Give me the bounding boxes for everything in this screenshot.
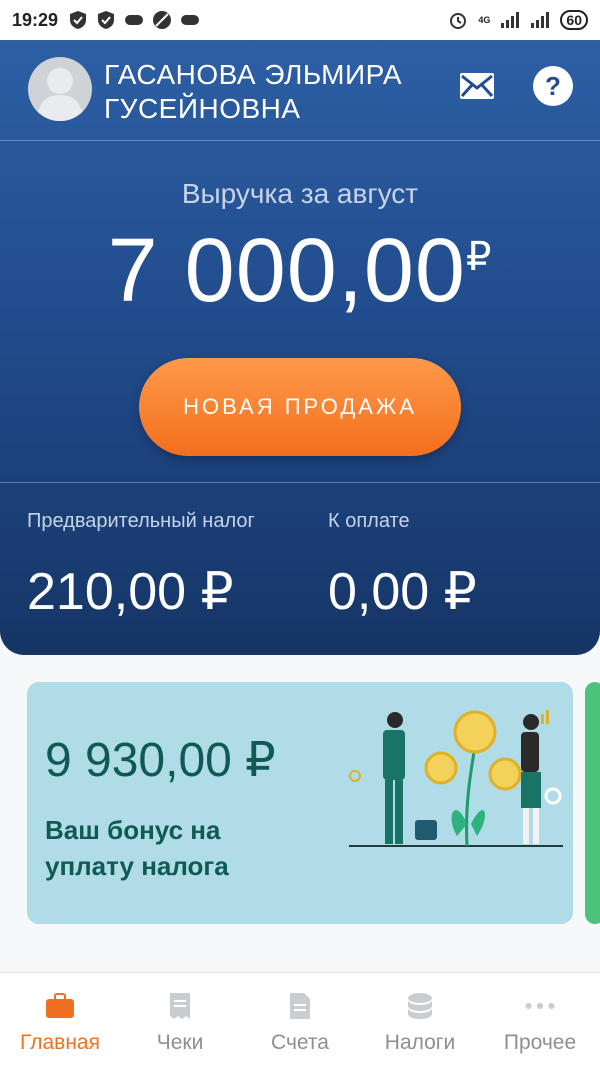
bottom-navigation: Главная Чеки Счета Налоги Прочее	[0, 972, 600, 1066]
nav-label: Главная	[20, 1031, 100, 1054]
top-bar: ГАСАНОВА ЭЛЬМИРА ГУСЕЙНОВНА ?	[0, 40, 600, 140]
revenue-label: Выручка за август	[181, 178, 419, 209]
network-type: 4G	[478, 15, 491, 25]
receipt-icon	[165, 991, 195, 1021]
nav-label: Счета	[271, 1031, 329, 1054]
bonus-illustration	[349, 710, 563, 847]
status-time: 19:29	[12, 9, 59, 30]
currency-symbol: ₽	[465, 235, 493, 279]
divider	[0, 140, 600, 141]
nav-label: Налоги	[384, 1031, 456, 1054]
shield-check-icon	[68, 10, 88, 30]
alarm-icon	[448, 10, 468, 30]
help-button[interactable]: ?	[533, 66, 573, 106]
summary-panel: ГАСАНОВА ЭЛЬМИРА ГУСЕЙНОВНА ? Выручка за…	[0, 40, 600, 655]
prelim-tax-label: Предварительный налог	[27, 510, 255, 532]
bonus-card[interactable]: 9 930,00 ₽ Ваш бонус на уплату налога	[27, 682, 573, 924]
prelim-tax-value: 210,00 ₽	[27, 563, 234, 621]
signal-icon	[530, 10, 550, 30]
nav-item-more[interactable]: Прочее	[480, 973, 600, 1066]
due-value: 0,00 ₽	[328, 563, 477, 621]
user-name-line1: ГАСАНОВА ЭЛЬМИРА	[104, 59, 403, 90]
mail-icon[interactable]	[459, 72, 495, 100]
signal-icon	[500, 10, 520, 30]
circle-slash-icon	[152, 10, 172, 30]
revenue-value: 7 000,00	[107, 221, 466, 321]
status-bar: 19:29 4G 60	[0, 0, 600, 40]
due-label: К оплате	[328, 510, 410, 532]
bonus-amount: 9 930,00 ₽	[45, 734, 276, 787]
shield-check-icon	[96, 10, 116, 30]
document-icon	[285, 991, 315, 1021]
nav-label: Чеки	[156, 1031, 204, 1054]
new-sale-button[interactable]: НОВАЯ ПРОДАЖА	[139, 358, 461, 456]
gamepad-icon	[180, 10, 200, 30]
user-name-line2: ГУСЕЙНОВНА	[104, 93, 301, 124]
bonus-description: Ваш бонус на уплату налога	[45, 815, 229, 881]
battery-indicator: 60	[560, 10, 588, 30]
divider	[0, 482, 600, 483]
user-name: ГАСАНОВА ЭЛЬМИРА ГУСЕЙНОВНА	[104, 58, 402, 126]
nav-item-taxes[interactable]: Налоги	[360, 973, 480, 1066]
nav-item-receipts[interactable]: Чеки	[120, 973, 240, 1066]
briefcase-icon	[45, 991, 75, 1021]
nav-item-invoices[interactable]: Счета	[240, 973, 360, 1066]
next-card[interactable]	[585, 682, 600, 924]
nav-label: Прочее	[503, 1031, 577, 1054]
gamepad-icon	[124, 10, 144, 30]
more-icon	[525, 991, 555, 1021]
coins-icon	[405, 991, 435, 1021]
avatar[interactable]	[28, 57, 92, 121]
nav-item-home[interactable]: Главная	[0, 973, 120, 1066]
revenue-amount: 7 000,00₽	[0, 220, 600, 323]
